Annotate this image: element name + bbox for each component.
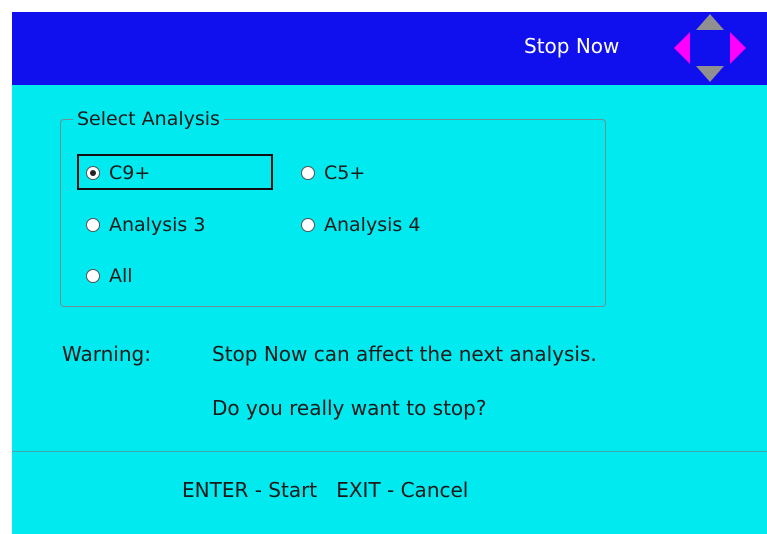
radio-unchecked-icon bbox=[86, 218, 100, 232]
footer-divider bbox=[12, 451, 767, 452]
arrow-up-icon bbox=[696, 14, 724, 30]
radio-unchecked-icon bbox=[86, 269, 100, 283]
radio-label: All bbox=[109, 265, 133, 287]
select-analysis-group: Select Analysis C9+ C5+ Analysis 3 Analy… bbox=[60, 106, 606, 307]
radio-label: C5+ bbox=[324, 162, 366, 184]
arrow-right-icon bbox=[730, 32, 746, 64]
stop-now-screen: Stop Now Select Analysis C9+ C5+ Analysi… bbox=[12, 12, 767, 534]
radio-label: C9+ bbox=[109, 162, 151, 184]
radio-c5plus[interactable]: C5+ bbox=[301, 162, 365, 184]
confirm-question: Do you really want to stop? bbox=[212, 396, 487, 420]
radio-label: Analysis 4 bbox=[324, 214, 421, 236]
radio-checked-icon bbox=[86, 166, 100, 180]
four-way-arrow-icon bbox=[674, 14, 746, 82]
arrow-down-icon bbox=[696, 66, 724, 82]
select-analysis-legend: Select Analysis bbox=[73, 106, 224, 132]
key-hint: ENTER - Start EXIT - Cancel bbox=[182, 478, 469, 502]
radio-label: Analysis 3 bbox=[109, 214, 206, 236]
radio-analysis-3[interactable]: Analysis 3 bbox=[86, 214, 205, 236]
radio-all[interactable]: All bbox=[86, 265, 133, 287]
warning-message: Stop Now can affect the next analysis. bbox=[212, 342, 597, 366]
nav-center bbox=[692, 30, 728, 66]
arrow-left-icon bbox=[674, 32, 690, 64]
header-bar: Stop Now bbox=[12, 12, 767, 85]
radio-unchecked-icon bbox=[301, 166, 315, 180]
screen-title: Stop Now bbox=[524, 34, 620, 58]
radio-unchecked-icon bbox=[301, 218, 315, 232]
radio-c9plus[interactable]: C9+ bbox=[86, 162, 150, 184]
radio-analysis-4[interactable]: Analysis 4 bbox=[301, 214, 420, 236]
warning-label: Warning: bbox=[62, 342, 151, 366]
